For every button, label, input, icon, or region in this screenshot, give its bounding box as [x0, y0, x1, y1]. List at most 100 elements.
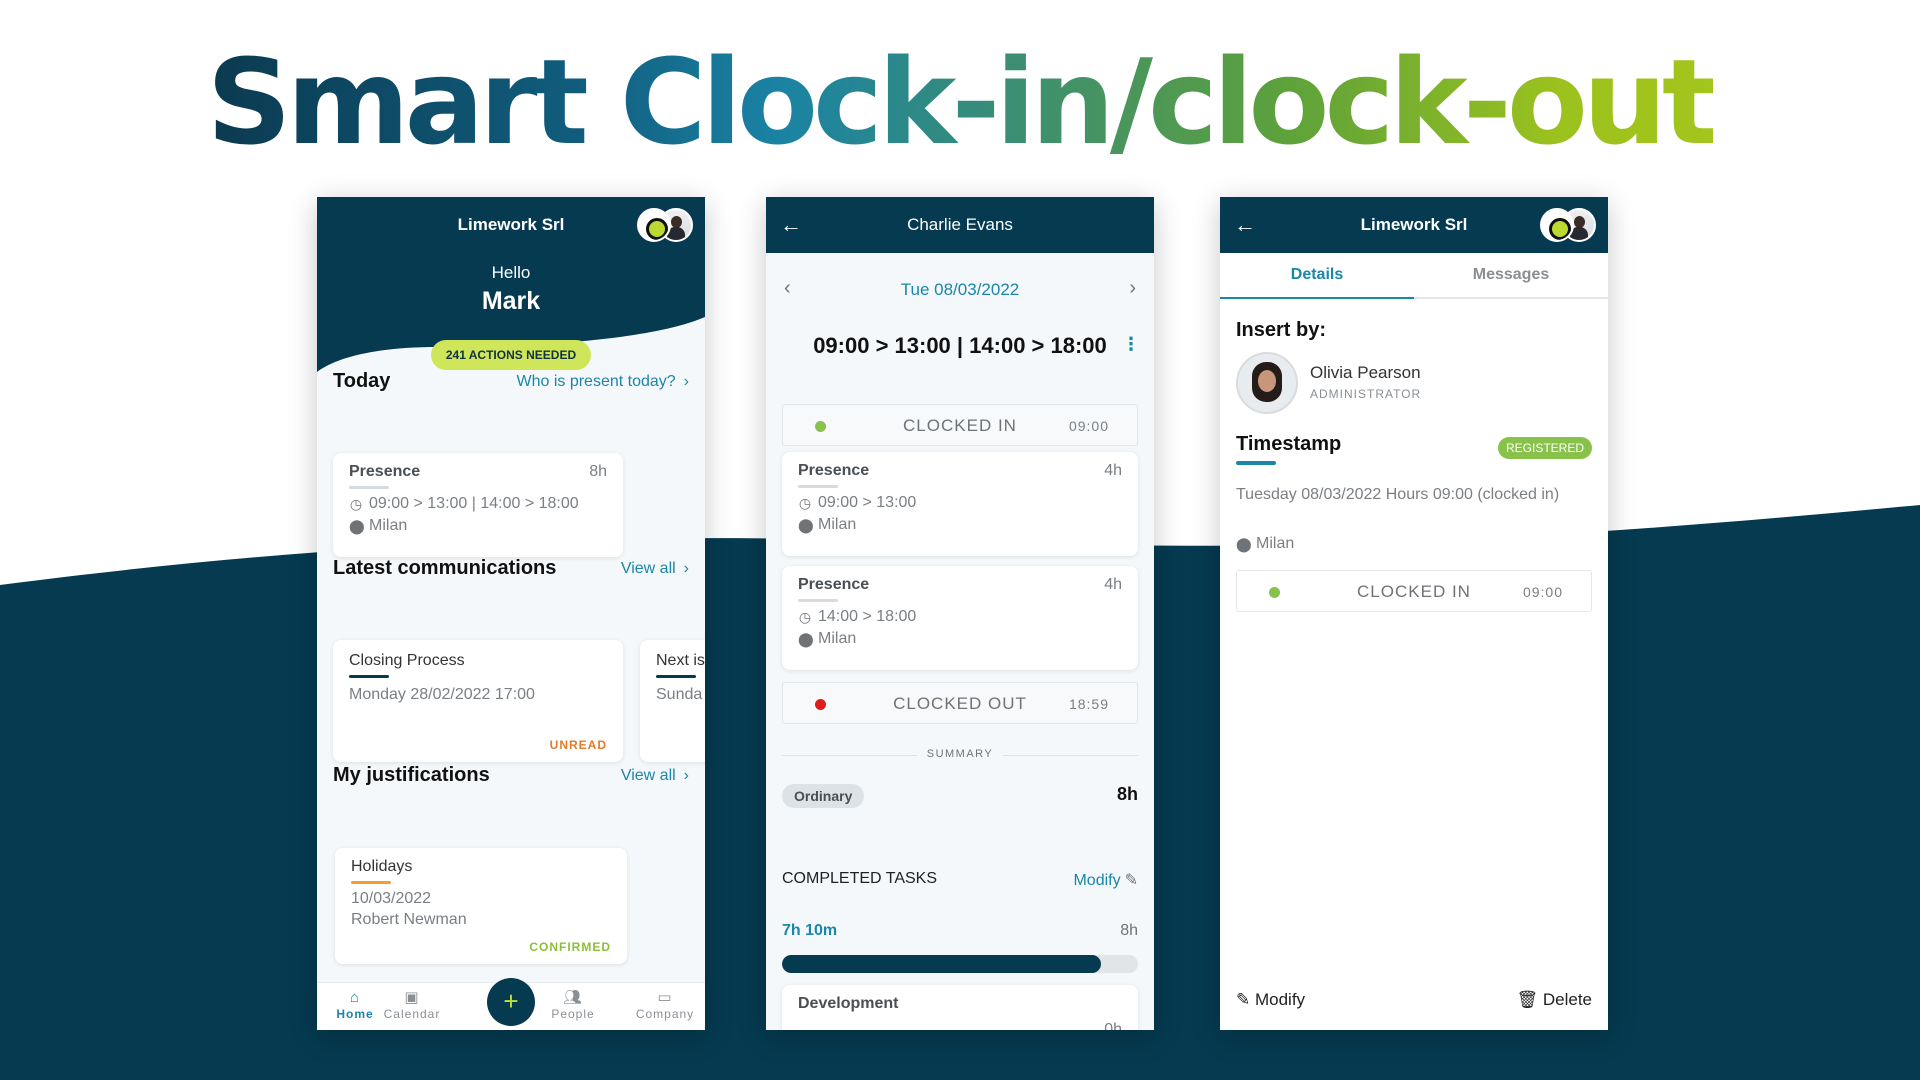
- communication-date: Monday 28/02/2022 17:00: [349, 686, 535, 703]
- presence-location: Milan: [818, 630, 857, 647]
- company-name: Limework Srl: [1360, 215, 1468, 234]
- location-pin-icon: ⬤: [1236, 535, 1252, 552]
- task-progress-fill: [782, 955, 1101, 973]
- task-title: Development: [798, 995, 899, 1012]
- clock-icon: ◷: [798, 608, 812, 625]
- delete-button[interactable]: 🗑︎ Delete: [1517, 990, 1592, 1010]
- communication-card[interactable]: Closing Process Monday 28/02/2022 17:00 …: [333, 640, 623, 762]
- insert-by-label: Insert by:: [1236, 319, 1327, 341]
- headline: Smart Clock-in/clock-out: [206, 33, 1719, 171]
- presence-location: Milan: [369, 517, 408, 534]
- clock-icon: ◷: [349, 495, 363, 512]
- inserter-avatar: [1236, 352, 1298, 414]
- back-arrow-icon[interactable]: ←: [780, 211, 808, 239]
- card-hours: 4h: [1104, 576, 1122, 593]
- completed-tasks-header: COMPLETED TASKS Modify ✎: [782, 870, 1138, 890]
- card-title: Presence: [798, 462, 870, 479]
- timestamp-location: ⬤ Milan: [1236, 535, 1295, 552]
- timestamp-description: Tuesday 08/03/2022 Hours 09:00 (clocked …: [1236, 486, 1560, 503]
- justification-date: 10/03/2022: [351, 890, 432, 907]
- current-date[interactable]: Tue 08/03/2022: [766, 280, 1154, 300]
- next-day-button[interactable]: ›: [1129, 277, 1136, 300]
- add-fab-button[interactable]: +: [487, 978, 535, 1026]
- registered-badge: REGISTERED: [1497, 437, 1592, 459]
- chevron-right-icon: ›: [683, 559, 689, 577]
- actions-needed-badge[interactable]: 241 ACTIONS NEEDED: [431, 340, 591, 370]
- ordinary-pill: Ordinary: [782, 784, 865, 808]
- nav-people[interactable]: 👥︎ People: [538, 989, 608, 1021]
- shift-times: 09:00 > 13:00 | 14:00 > 18:00: [813, 333, 1107, 358]
- clock-icon: ◷: [798, 494, 812, 511]
- communication-title: Next is: [656, 652, 705, 669]
- employee-name: Charlie Evans: [907, 215, 1013, 234]
- modify-tasks-link[interactable]: Modify ✎: [1073, 870, 1138, 890]
- unread-status: UNREAD: [549, 738, 607, 752]
- clock-out-row[interactable]: CLOCKED OUT 18:59: [782, 682, 1138, 724]
- chevron-right-icon: ›: [683, 372, 689, 390]
- section-title: Today: [333, 370, 391, 392]
- nav-calendar[interactable]: ▣ Calendar: [377, 989, 447, 1021]
- location-pin-icon: ⬤: [349, 517, 365, 534]
- justifications-section-header: My justifications View all ›: [333, 764, 689, 787]
- briefcase-icon: ▭: [657, 989, 673, 1006]
- card-hours: 8h: [589, 463, 607, 480]
- communication-date: Sunda: [656, 686, 703, 703]
- presence-card[interactable]: Presence 8h ◷ 09:00 > 13:00 | 14:00 > 18:…: [333, 453, 623, 557]
- card-title: Presence: [798, 576, 870, 593]
- card-accent-bar: [351, 881, 391, 884]
- app-logo-icon: [637, 208, 671, 242]
- pencil-icon: ✎: [1236, 990, 1255, 1009]
- clock-in-time: 09:00: [1522, 584, 1563, 600]
- back-arrow-icon[interactable]: ←: [1234, 211, 1262, 239]
- presence-time: 09:00 > 13:00 | 14:00 > 18:00: [369, 495, 579, 512]
- date-navigator: ‹ Tue 08/03/2022 ›: [766, 277, 1154, 307]
- clock-out-time: 18:59: [1068, 696, 1109, 712]
- communication-card[interactable]: Next is Sunda: [640, 640, 705, 762]
- completed-tasks-title: COMPLETED TASKS: [782, 870, 937, 887]
- card-accent-bar: [349, 675, 389, 678]
- timestamp-title: Timestamp: [1236, 433, 1342, 455]
- chevron-right-icon: ›: [683, 766, 689, 784]
- completed-time: 7h 10m: [782, 922, 838, 939]
- account-avatars[interactable]: [1540, 208, 1596, 242]
- more-options-icon[interactable]: ⋮: [1122, 334, 1140, 355]
- app-logo-icon: [1540, 208, 1574, 242]
- clock-in-row[interactable]: CLOCKED IN 09:00: [782, 404, 1138, 446]
- phone-home-screen: Limework Srl Hello Mark 241 ACTIONS NEED…: [317, 197, 705, 1030]
- company-name: Limework Srl: [457, 215, 565, 234]
- trash-icon: 🗑︎: [1516, 990, 1543, 1009]
- top-bar: ← Limework Srl: [1220, 197, 1608, 253]
- bottom-actions: ✎ Modify 🗑︎ Delete: [1236, 990, 1592, 1010]
- view-all-justifications-link[interactable]: View all ›: [621, 767, 689, 785]
- people-icon: 👥︎: [562, 989, 584, 1006]
- top-bar: Limework Srl: [317, 197, 705, 253]
- today-section-header: Today Who is present today? ›: [333, 370, 689, 393]
- presence-card[interactable]: Presence 4h ◷ 14:00 > 18:00 ⬤ Milan: [782, 566, 1138, 670]
- location-pin-icon: ⬤: [798, 630, 814, 647]
- card-hours: 4h: [1104, 462, 1122, 479]
- section-title: My justifications: [333, 764, 490, 786]
- clock-in-row[interactable]: CLOCKED IN 09:00: [1236, 570, 1592, 612]
- justification-person: Robert Newman: [351, 911, 467, 928]
- communications-section-header: Latest communications View all ›: [333, 557, 689, 580]
- task-progress-bar: [782, 955, 1138, 973]
- inserter-name: Olivia Pearson: [1310, 363, 1421, 382]
- modify-button[interactable]: ✎ Modify: [1236, 990, 1305, 1010]
- task-card[interactable]: Development 0h: [782, 985, 1138, 1030]
- view-all-communications-link[interactable]: View all ›: [621, 560, 689, 578]
- account-avatars[interactable]: [637, 208, 693, 242]
- tab-details[interactable]: Details: [1220, 253, 1414, 299]
- greeting: Hello: [491, 263, 531, 282]
- nav-company[interactable]: ▭ Company: [630, 989, 700, 1021]
- presence-time: 14:00 > 18:00: [818, 608, 917, 625]
- who-is-present-link[interactable]: Who is present today? ›: [516, 373, 689, 391]
- timestamp-accent-bar: [1236, 461, 1276, 465]
- presence-time: 09:00 > 13:00: [818, 494, 917, 511]
- justification-card[interactable]: Holidays 10/03/2022 Robert Newman CONFIR…: [335, 848, 627, 964]
- presence-card[interactable]: Presence 4h ◷ 09:00 > 13:00 ⬤ Milan: [782, 452, 1138, 556]
- inserter-role: ADMINISTRATOR: [1310, 387, 1422, 401]
- detail-tabs: Details Messages: [1220, 253, 1608, 299]
- tab-messages[interactable]: Messages: [1414, 253, 1608, 297]
- calendar-icon: ▣: [404, 989, 420, 1006]
- phone-timestamp-detail-screen: ← Limework Srl Details Messages Insert b…: [1220, 197, 1608, 1030]
